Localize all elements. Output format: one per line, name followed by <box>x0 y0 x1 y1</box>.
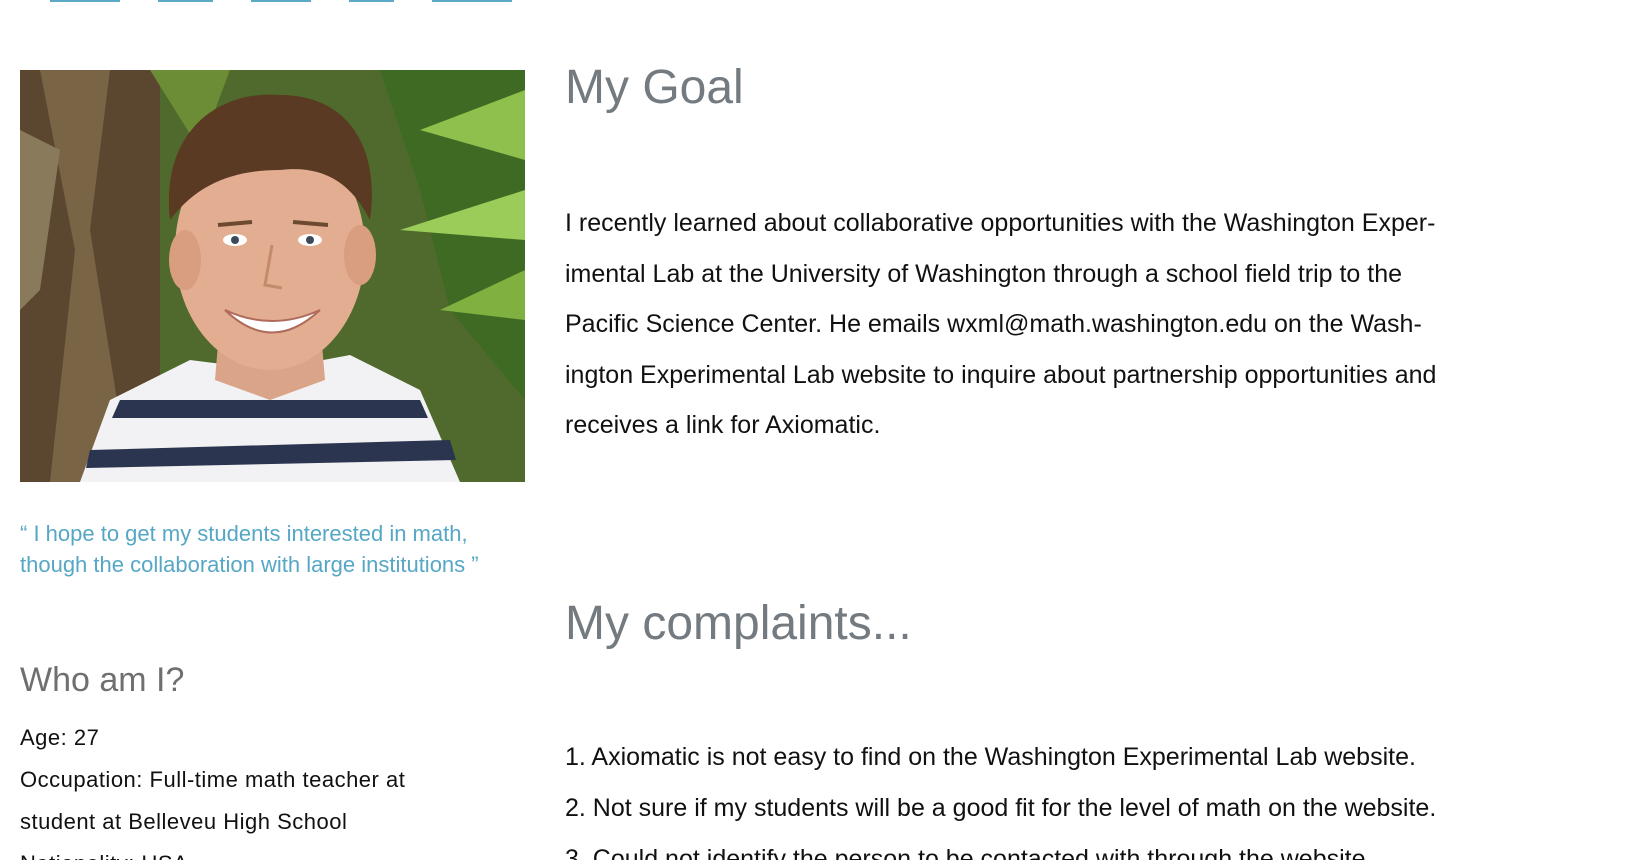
complaints-heading: My complaints... <box>565 597 912 650</box>
complaint-item: 1. Axiomatic is not easy to find on the … <box>565 743 1416 771</box>
who-am-i-details: Age: 27 Occupation: Full-time math teach… <box>20 717 530 860</box>
goal-line: ington Experimental Lab website to inqui… <box>565 360 1437 389</box>
goal-line: imental Lab at the University of Washing… <box>565 259 1403 288</box>
goal-line: receives a link for Axiomatic. <box>565 411 881 439</box>
who-am-i-heading: Who am I? <box>20 661 185 699</box>
goal-line: I recently learned about collaborative o… <box>565 209 1436 237</box>
clipped-page-title <box>50 0 610 2</box>
complaint-item: 3. Could not identify the person to be c… <box>565 845 1373 860</box>
persona-occupation-line1: Occupation: Full-time math teacher at <box>20 767 406 792</box>
persona-quote: “ I hope to get my students interested i… <box>20 521 479 577</box>
complaint-item: 2. Not sure if my students will be a goo… <box>565 794 1437 822</box>
persona-nationality: Nationality: USA <box>20 843 530 860</box>
persona-page: “ I hope to get my students interested i… <box>0 0 1630 860</box>
persona-occupation-line2: student at Belleveu High School <box>20 809 348 834</box>
goal-paragraph: I recently learned about collaborative o… <box>565 198 1610 451</box>
goal-line: Pacific Science Center. He emails wxml@m… <box>565 310 1422 338</box>
persona-age: Age: 27 <box>20 725 100 750</box>
goal-heading: My Goal <box>565 61 744 114</box>
persona-photo <box>20 70 525 482</box>
complaints-list: 1. Axiomatic is not easy to find on the … <box>565 732 1615 860</box>
